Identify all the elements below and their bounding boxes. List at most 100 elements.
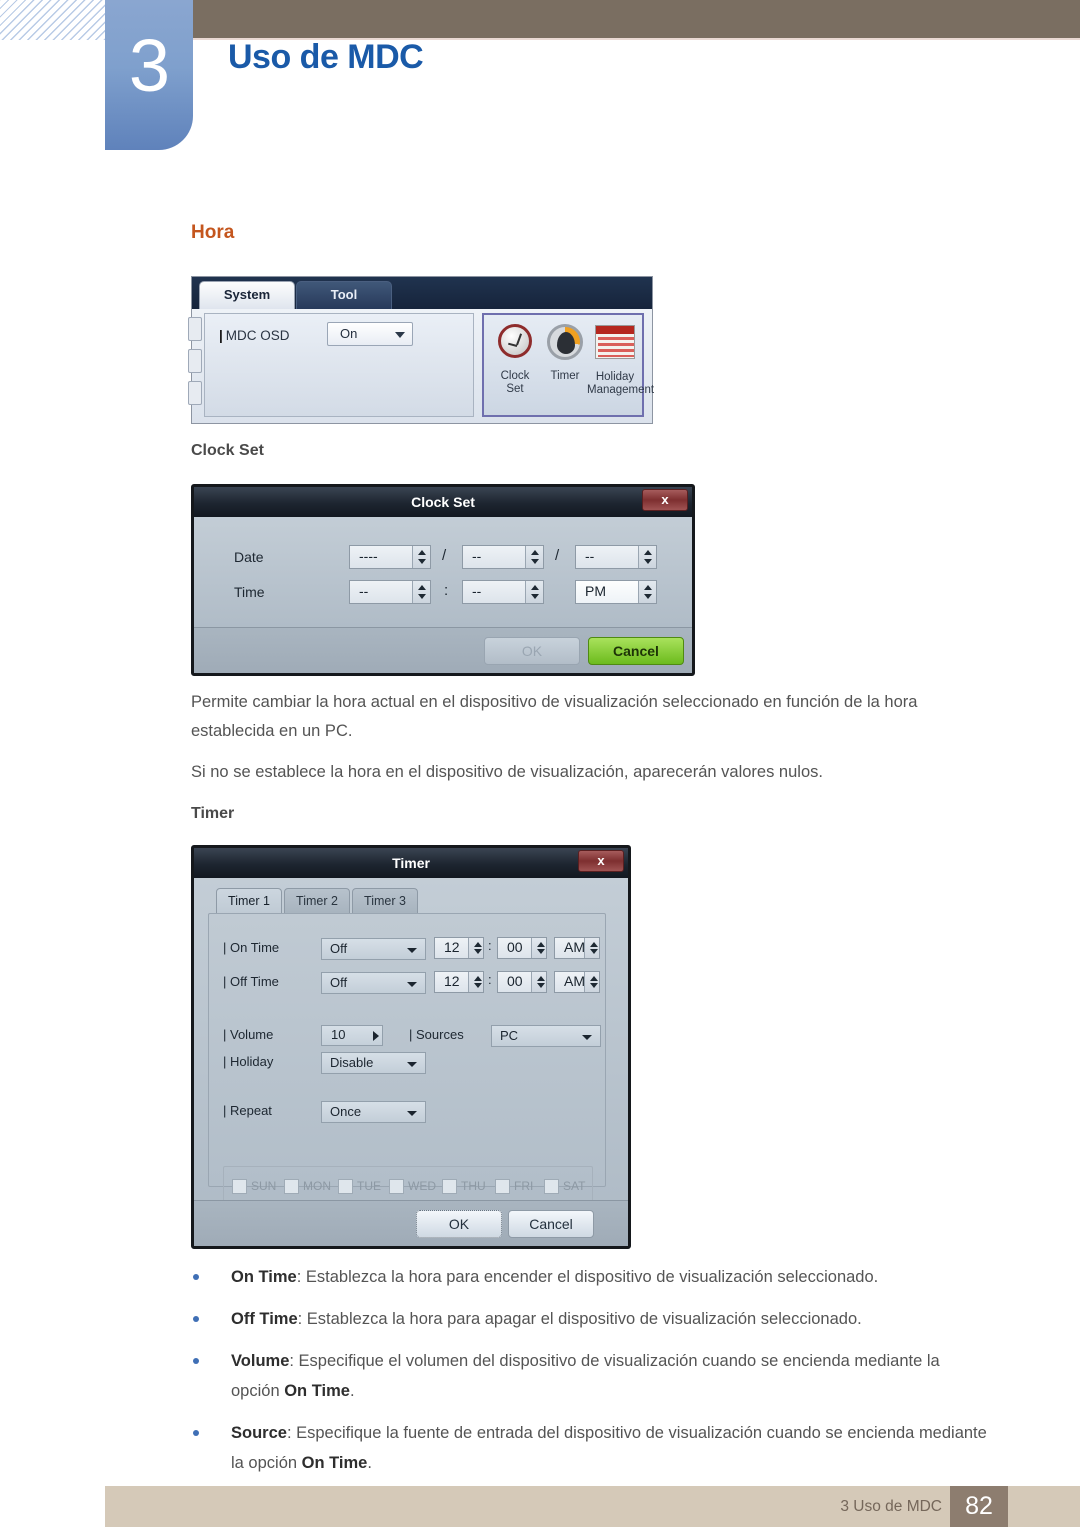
holiday-management-button[interactable]: Holiday Management [587, 321, 654, 397]
on-time-minute-spinner[interactable]: 00 [497, 937, 547, 959]
off-time-hour-value: 12 [444, 973, 460, 989]
volume-slider[interactable]: 10 [321, 1025, 383, 1046]
page: 3 Uso de MDC Hora System Tool | MDC OSD O… [0, 0, 1080, 1527]
tab-timer-2[interactable]: Timer 2 [284, 888, 350, 914]
checkbox-sun[interactable] [232, 1179, 247, 1194]
off-time-meridiem-value: AM [564, 973, 585, 989]
close-icon[interactable]: x [578, 850, 624, 872]
checkbox-label-sat: SAT [563, 1179, 586, 1193]
play-right-icon[interactable] [373, 1031, 379, 1041]
checkbox-wed[interactable] [389, 1179, 404, 1194]
repeat-value: Once [330, 1104, 362, 1119]
checkbox-tue[interactable] [338, 1179, 353, 1194]
clock-set-label-line2: Set [506, 383, 524, 395]
sources-label-text: Sources [416, 1027, 464, 1042]
clock-set-dialog-screenshot: Clock Set x Date ---- / -- / -- Time -- [191, 484, 695, 676]
off-time-label-text: Off Time [230, 974, 279, 989]
on-time-mode-value: Off [330, 941, 348, 956]
list-item: On Time: Establezca la hora para encende… [191, 1262, 991, 1292]
off-time-label: | Off Time [223, 974, 279, 989]
bullet-text-2: . [367, 1454, 372, 1472]
clock-set-button[interactable]: Clock Set [490, 321, 540, 396]
on-time-hour-spinner[interactable]: 12 [434, 937, 484, 959]
mdc-osd-label-text: MDC OSD [225, 328, 290, 343]
clock-set-dialog-body: Date ---- / -- / -- Time -- : -- PM [194, 517, 692, 627]
bullet-term: Source [231, 1424, 287, 1442]
spinner-arrows-icon[interactable] [468, 972, 483, 992]
timer-settings-group: | On Time Off 12 : 00 AM | Off Time Off … [208, 913, 606, 1208]
footer-chapter-label: 3 Uso de MDC [840, 1498, 942, 1515]
spinner-arrows-icon[interactable] [412, 546, 430, 568]
time-meridiem-spinner[interactable]: PM [575, 580, 657, 604]
sources-dropdown[interactable]: PC [491, 1025, 601, 1047]
spinner-arrows-icon[interactable] [525, 546, 543, 568]
date-separator-2: / [555, 547, 560, 564]
tab-system[interactable]: System [199, 281, 295, 309]
checkbox-thu[interactable] [442, 1179, 457, 1194]
date-year-spinner[interactable]: ---- [349, 545, 431, 569]
spinner-arrows-icon[interactable] [468, 938, 483, 958]
chapter-number-badge: 3 [105, 0, 193, 150]
holiday-dropdown[interactable]: Disable [321, 1052, 426, 1074]
on-time-mode-dropdown[interactable]: Off [321, 938, 426, 960]
timer-button[interactable]: Timer [540, 321, 590, 383]
bullet-term: Volume [231, 1352, 290, 1370]
bullet-text-2: . [349, 1382, 355, 1400]
paragraph-clock-set-1: Permite cambiar la hora actual en el dis… [191, 693, 918, 740]
chevron-down-icon [582, 1035, 592, 1040]
checkbox-mon[interactable] [284, 1179, 299, 1194]
volume-label: | Volume [223, 1027, 274, 1042]
close-icon[interactable]: x [642, 489, 688, 511]
time-minute-spinner[interactable]: -- [462, 580, 544, 604]
off-time-hour-spinner[interactable]: 12 [434, 971, 484, 993]
section-heading-clock-set: Clock Set [191, 442, 264, 459]
checkbox-sat[interactable] [544, 1179, 559, 1194]
sources-label: | Sources [409, 1027, 464, 1042]
spinner-arrows-icon[interactable] [531, 938, 546, 958]
on-time-separator-colon: : [488, 938, 492, 953]
checkbox-label-thu: THU [461, 1179, 486, 1193]
bullet-term-2: On Time [301, 1454, 368, 1472]
checkbox-fri[interactable] [495, 1179, 510, 1194]
time-hour-value: -- [359, 583, 369, 599]
clock-set-cancel-button[interactable]: Cancel [588, 637, 684, 665]
timer-ok-button[interactable]: OK [416, 1210, 502, 1238]
clock-set-ok-button[interactable]: OK [484, 637, 580, 665]
date-day-value: -- [585, 548, 595, 564]
chevron-down-icon [395, 332, 405, 338]
checkbox-label-fri: FRI [514, 1179, 534, 1193]
date-separator-1: / [442, 547, 447, 564]
off-time-minute-spinner[interactable]: 00 [497, 971, 547, 993]
spinner-arrows-icon[interactable] [584, 938, 599, 958]
off-time-mode-dropdown[interactable]: Off [321, 972, 426, 994]
on-time-meridiem-value: AM [564, 939, 585, 955]
mdc-osd-label: | MDC OSD [219, 328, 290, 343]
timer-icon [540, 324, 590, 368]
footer-page-number: 82 [950, 1486, 1008, 1527]
time-hour-spinner[interactable]: -- [349, 580, 431, 604]
spinner-arrows-icon[interactable] [584, 972, 599, 992]
on-time-meridiem-spinner[interactable]: AM [554, 937, 600, 959]
repeat-dropdown[interactable]: Once [321, 1101, 426, 1123]
mdc-osd-dropdown[interactable]: On [327, 322, 413, 346]
off-time-meridiem-spinner[interactable]: AM [554, 971, 600, 993]
holiday-management-icon [587, 325, 643, 369]
date-day-spinner[interactable]: -- [575, 545, 657, 569]
date-month-spinner[interactable]: -- [462, 545, 544, 569]
tab-tool[interactable]: Tool [296, 281, 392, 309]
spinner-arrows-icon[interactable] [412, 581, 430, 603]
time-minute-value: -- [472, 583, 482, 599]
spinner-arrows-icon[interactable] [638, 546, 656, 568]
page-title: Uso de MDC [228, 38, 424, 76]
spinner-arrows-icon[interactable] [531, 972, 546, 992]
spinner-arrows-icon[interactable] [638, 581, 656, 603]
spinner-arrows-icon[interactable] [525, 581, 543, 603]
tab-timer-3[interactable]: Timer 3 [352, 888, 418, 914]
tab-timer-1[interactable]: Timer 1 [216, 888, 282, 914]
volume-label-text: Volume [230, 1027, 274, 1042]
bullet-term: Off Time [231, 1310, 298, 1328]
timer-cancel-button[interactable]: Cancel [508, 1210, 594, 1238]
left-edge-stubs [188, 309, 202, 423]
time-meridiem-value: PM [585, 583, 606, 599]
clock-set-icon [490, 324, 540, 368]
